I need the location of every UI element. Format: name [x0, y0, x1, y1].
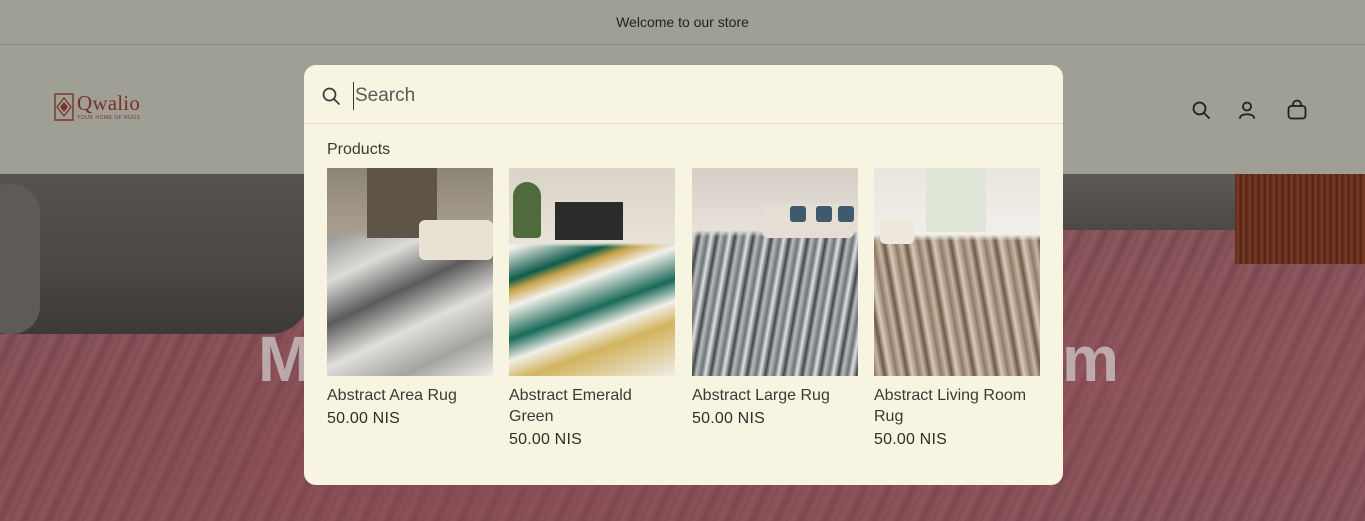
product-image[interactable]	[692, 168, 858, 376]
search-icon	[321, 86, 341, 106]
hero-blanket-image	[1235, 174, 1365, 264]
product-name[interactable]: Abstract Emerald Green	[509, 385, 675, 427]
product-image[interactable]	[509, 168, 675, 376]
search-input[interactable]	[353, 82, 1037, 110]
product-card[interactable]: Abstract Area Rug 50.00 NIS	[327, 168, 493, 428]
product-image[interactable]	[874, 168, 1040, 376]
results-section-title: Products	[327, 141, 391, 158]
product-card[interactable]: Abstract Living Room Rug 50.00 NIS	[874, 168, 1040, 449]
hero-sofa-arm-image	[0, 184, 40, 334]
product-price: 50.00 NIS	[692, 410, 765, 427]
announcement-bar: Welcome to our store	[0, 0, 1365, 45]
brand-logo[interactable]: Qwalio YOUR HOME OF RUGS	[54, 93, 141, 121]
product-card[interactable]: Abstract Large Rug 50.00 NIS	[692, 168, 858, 428]
cart-icon[interactable]	[1285, 98, 1309, 122]
product-name[interactable]: Abstract Large Rug	[692, 385, 858, 406]
product-image[interactable]	[327, 168, 493, 376]
search-modal: Products Abstract Area Rug 50.00 NIS Abs…	[304, 65, 1063, 485]
product-price: 50.00 NIS	[509, 431, 582, 448]
logo-mark-icon	[54, 93, 74, 121]
brand-name: Qwalio	[77, 91, 141, 115]
hero-sofa-image	[0, 174, 310, 334]
product-name[interactable]: Abstract Area Rug	[327, 385, 493, 406]
brand-tagline: YOUR HOME OF RUGS	[77, 115, 141, 121]
search-bar	[304, 65, 1063, 124]
hero-title-right: m	[1062, 323, 1121, 395]
announcement-text: Welcome to our store	[616, 14, 749, 30]
header-search-icon[interactable]	[1189, 98, 1213, 122]
product-price: 50.00 NIS	[874, 431, 947, 448]
product-name[interactable]: Abstract Living Room Rug	[874, 385, 1040, 427]
account-icon[interactable]	[1235, 98, 1259, 122]
product-card[interactable]: Abstract Emerald Green 50.00 NIS	[509, 168, 675, 449]
product-price: 50.00 NIS	[327, 410, 400, 427]
